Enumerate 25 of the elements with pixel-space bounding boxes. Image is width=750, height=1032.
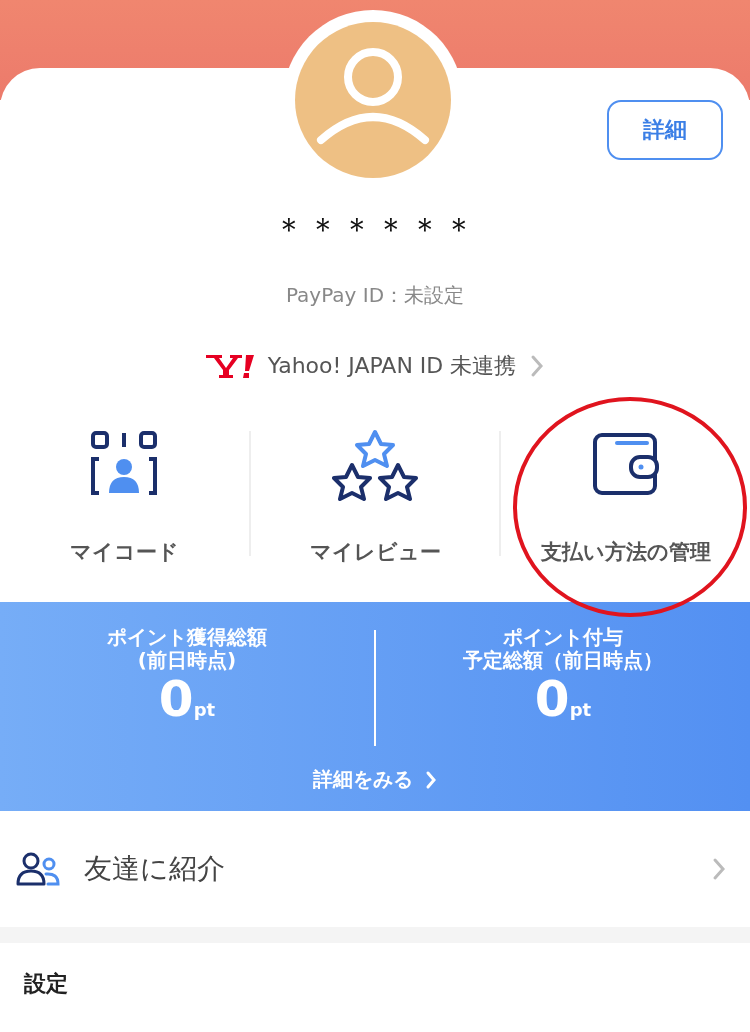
points-label: ポイント付与 [503,626,623,649]
qr-person-icon [89,429,160,497]
points-unit: pt [569,699,592,720]
menu-item[interactable]: 友達に紹介 [0,811,750,927]
yahoo-link[interactable]: Yahoo! JAPAN ID 未連携 [267,351,517,381]
chevron-icon [530,354,545,378]
avatar-icon [295,22,451,178]
yahoo-logo-icon [205,353,254,379]
shortcut-item[interactable]: マイコード [0,429,249,574]
shortcut-item[interactable]: 支払い方法の管理 [501,429,750,574]
section-title: 設定 [23,970,69,998]
points-value: 0 [158,672,194,727]
points-label: ポイント獲得総額 [107,626,267,649]
stars-icon [332,429,418,503]
shortcut-item[interactable]: マイレビュー [250,429,500,574]
chevron-icon [425,769,437,790]
points-unit: pt [193,699,216,720]
points-label: 予定総額（前日時点） [463,649,663,672]
paypay-id: PayPay ID：未設定 [284,282,466,309]
details-button[interactable]: 詳細 [607,100,723,160]
people-icon [16,852,60,886]
points-value: 0 [534,672,570,727]
points-label: (前日時点) [137,649,237,672]
chevron-icon [712,857,726,881]
user-name: ＊＊＊＊＊＊ [272,209,478,250]
